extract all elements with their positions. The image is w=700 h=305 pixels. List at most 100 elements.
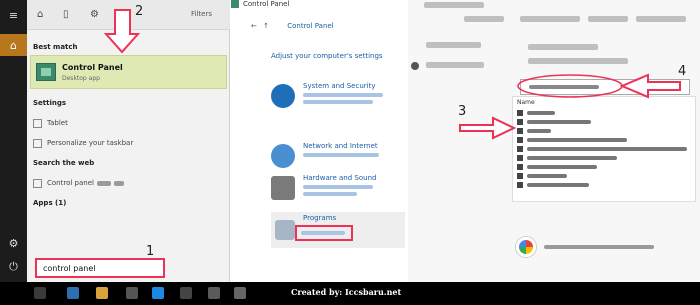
watermark-credit: Created by: Iccsbaru.net bbox=[291, 287, 402, 297]
home-icon[interactable]: ⌂ bbox=[37, 9, 43, 20]
address-segment[interactable] bbox=[636, 16, 686, 22]
file-explorer-icon[interactable] bbox=[96, 287, 108, 299]
category-network-internet[interactable]: Network and Internet bbox=[271, 140, 405, 176]
app-icon[interactable] bbox=[180, 287, 192, 299]
best-match-title: Control Panel bbox=[62, 63, 123, 72]
app-icon[interactable] bbox=[126, 287, 138, 299]
programs-list[interactable]: Name bbox=[512, 96, 696, 202]
up-arrow-icon[interactable]: ↑ bbox=[263, 22, 269, 30]
shield-icon bbox=[271, 84, 295, 108]
category-title: Hardware and Sound bbox=[303, 174, 377, 182]
start-search-panel: ⌂ ▯ ⚙ ▦ Filters Best match Control Panel… bbox=[27, 0, 230, 282]
program-row[interactable] bbox=[517, 145, 687, 153]
program-row[interactable] bbox=[517, 118, 591, 126]
settings-gear-icon[interactable]: ⚙ bbox=[0, 232, 27, 254]
category-hardware-sound[interactable]: Hardware and Sound bbox=[271, 172, 405, 208]
taskbar-icon bbox=[33, 138, 42, 148]
filters-button[interactable]: Filters bbox=[191, 10, 212, 18]
search-web-heading: Search the web bbox=[33, 159, 95, 167]
programs-features-window: Name bbox=[408, 0, 700, 282]
power-icon[interactable]: ⏻ bbox=[0, 256, 27, 278]
category-link[interactable] bbox=[303, 185, 373, 189]
program-name bbox=[527, 174, 567, 178]
breadcrumb[interactable]: Control Panel bbox=[287, 22, 333, 30]
program-icon bbox=[517, 137, 523, 143]
program-row[interactable] bbox=[517, 109, 555, 117]
app-icon[interactable] bbox=[208, 287, 220, 299]
web-icon[interactable]: ▦ bbox=[115, 9, 124, 20]
category-title: Programs bbox=[303, 214, 337, 222]
window-title: Control Panel bbox=[231, 0, 289, 8]
task-view-icon[interactable] bbox=[34, 287, 46, 299]
best-match-subtitle: Desktop app bbox=[62, 75, 100, 82]
search-toolbar: ⌂ ▯ ⚙ ▦ Filters bbox=[27, 0, 230, 30]
start-menu-rail: ≡ ⌂ ⚙ ⏻ bbox=[0, 0, 27, 282]
program-icon bbox=[517, 164, 523, 170]
settings-icon[interactable]: ⚙ bbox=[90, 9, 99, 20]
settings-item-taskbar[interactable]: Personalize your taskbar bbox=[33, 136, 133, 150]
search-programs-input[interactable] bbox=[520, 79, 690, 95]
program-row[interactable] bbox=[517, 127, 551, 135]
category-title: System and Security bbox=[303, 82, 376, 90]
program-icon bbox=[517, 146, 523, 152]
chrome-icon bbox=[516, 237, 536, 257]
program-name bbox=[527, 156, 617, 160]
back-arrow-icon[interactable]: ← bbox=[251, 22, 257, 30]
web-search-item[interactable]: Control panel bbox=[33, 176, 124, 190]
window-title-bar bbox=[424, 2, 484, 8]
uninstall-link-text bbox=[301, 231, 345, 235]
user-account-icon[interactable]: ⌂ bbox=[0, 34, 27, 56]
best-match-control-panel[interactable]: Control Panel Desktop app bbox=[30, 55, 227, 89]
program-details-text bbox=[544, 245, 654, 249]
category-link[interactable] bbox=[303, 192, 357, 196]
shield-icon bbox=[411, 62, 419, 70]
address-bar: ← ↑ Control Panel bbox=[251, 22, 334, 30]
tablet-icon bbox=[33, 118, 42, 128]
program-row[interactable] bbox=[517, 136, 627, 144]
apps-heading: Apps (1) bbox=[33, 199, 67, 207]
edge-browser-icon[interactable] bbox=[152, 287, 164, 299]
name-column-header[interactable]: Name bbox=[517, 99, 535, 106]
control-panel-icon bbox=[36, 63, 56, 81]
program-name bbox=[527, 111, 555, 115]
settings-heading: Settings bbox=[33, 99, 67, 107]
category-link[interactable] bbox=[303, 153, 379, 157]
program-row[interactable] bbox=[517, 172, 567, 180]
settings-item-tablet[interactable]: Tablet bbox=[33, 116, 68, 130]
step-number-2: 2 bbox=[135, 4, 144, 19]
program-row[interactable] bbox=[517, 163, 597, 171]
program-name bbox=[527, 165, 597, 169]
hamburger-menu-icon[interactable]: ≡ bbox=[0, 4, 27, 26]
document-icon[interactable]: ▯ bbox=[63, 9, 69, 20]
program-icon bbox=[517, 173, 523, 179]
web-search-hint bbox=[96, 180, 111, 186]
category-link[interactable] bbox=[303, 93, 383, 97]
category-programs[interactable]: Programs bbox=[271, 212, 405, 248]
search-input[interactable]: control panel bbox=[35, 258, 165, 278]
program-name bbox=[527, 129, 551, 133]
search-placeholder bbox=[529, 85, 599, 89]
program-icon bbox=[517, 119, 523, 125]
app-icon[interactable] bbox=[234, 287, 246, 299]
control-panel-window: Control Panel ← ↑ Control Panel Adjust y… bbox=[231, 0, 407, 282]
instruction-text bbox=[528, 58, 628, 64]
instruction-text bbox=[528, 44, 598, 50]
program-row[interactable] bbox=[517, 181, 589, 189]
step-number-3: 3 bbox=[458, 104, 467, 119]
program-name bbox=[527, 183, 589, 187]
web-search-hint bbox=[113, 180, 124, 186]
program-row[interactable] bbox=[517, 154, 617, 162]
sidebar-link[interactable] bbox=[426, 42, 481, 48]
address-segment[interactable] bbox=[588, 16, 628, 22]
address-segment[interactable] bbox=[464, 16, 504, 22]
step-number-4: 4 bbox=[678, 64, 687, 79]
program-name bbox=[527, 120, 591, 124]
network-globe-icon bbox=[271, 144, 295, 168]
page-title: Adjust your computer's settings bbox=[271, 52, 383, 60]
address-segment[interactable] bbox=[520, 16, 580, 22]
uninstall-program-link[interactable] bbox=[295, 225, 353, 241]
category-link[interactable] bbox=[303, 100, 373, 104]
category-system-security[interactable]: System and Security bbox=[271, 80, 405, 116]
store-icon[interactable] bbox=[67, 287, 79, 299]
sidebar-link[interactable] bbox=[426, 62, 484, 68]
